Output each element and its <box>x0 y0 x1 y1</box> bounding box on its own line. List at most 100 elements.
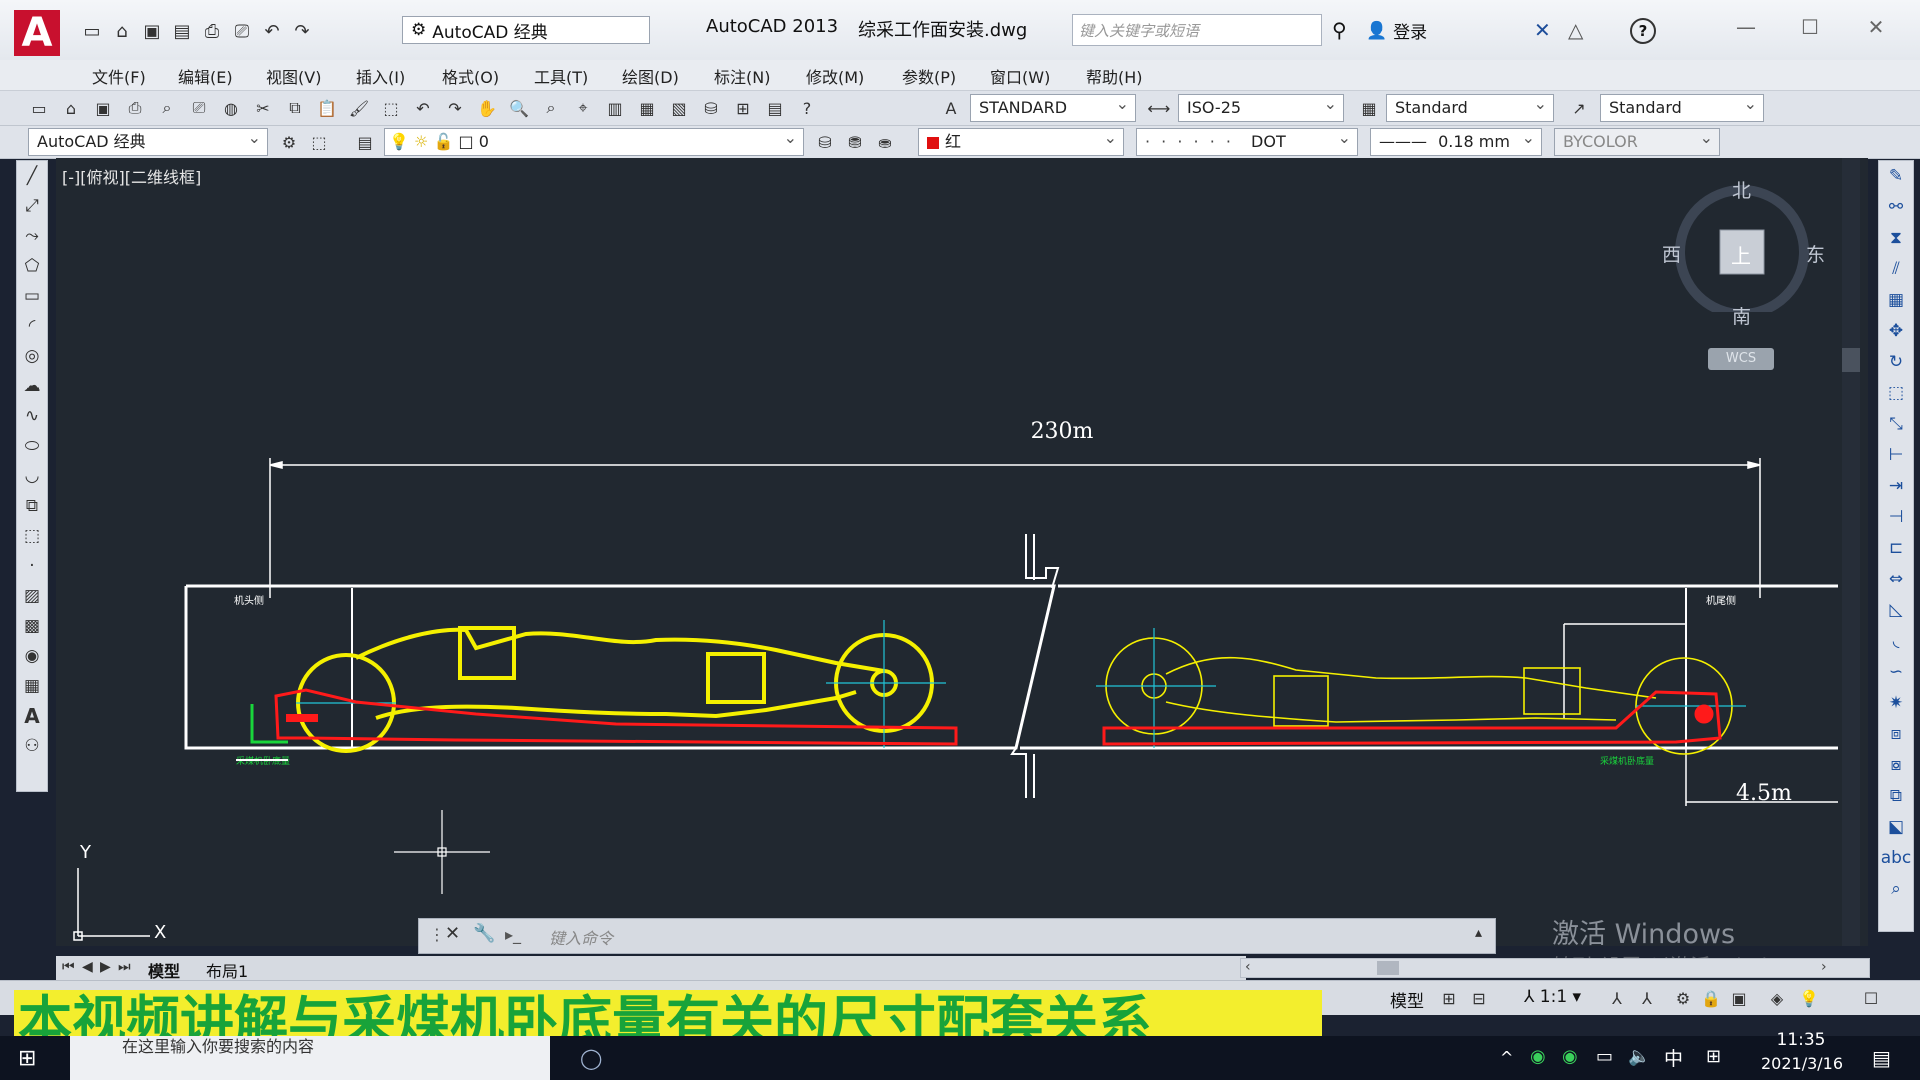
menu-tools[interactable]: 工具(T) <box>534 64 588 88</box>
layer-select[interactable]: 💡 ☼ 🔓 □ 0 <box>384 125 804 156</box>
taskbar-search-input[interactable]: 在这里输入你要搜索的内容 <box>70 1036 550 1080</box>
scroll-thumb[interactable] <box>1377 961 1399 975</box>
fullscreen-icon[interactable]: ☐ <box>1858 985 1884 1011</box>
save-icon[interactable]: ▣ <box>90 95 116 121</box>
tab-nav-prev-icon[interactable]: ◀ <box>82 959 93 975</box>
menu-help[interactable]: 帮助(H) <box>1086 64 1143 88</box>
redo-icon[interactable]: ↷ <box>290 19 314 43</box>
viewcube-north[interactable]: 北 <box>1732 176 1751 203</box>
zoom-realtime-icon[interactable]: 🔍 <box>506 95 532 121</box>
viewcube-south[interactable]: 南 <box>1732 302 1751 329</box>
rectangle-icon[interactable]: ▭ <box>17 281 47 311</box>
tray-expand-icon[interactable]: ^ <box>1500 1048 1513 1067</box>
annotation-visibility-icon[interactable]: ⅄ <box>1604 985 1630 1011</box>
save-icon[interactable]: ▣ <box>140 19 164 43</box>
menu-dimension[interactable]: 标注(N) <box>714 64 770 88</box>
menu-draw[interactable]: 绘图(D) <box>622 64 679 88</box>
linetype-select[interactable]: · · · · · · DOT <box>1136 125 1358 156</box>
wrench-icon[interactable]: 🔧 <box>473 923 495 944</box>
draworder-above-icon[interactable]: ⧉ <box>1879 781 1913 812</box>
isolate-objects-icon[interactable]: ◈ <box>1764 985 1790 1011</box>
command-input[interactable]: 键入命令 <box>549 925 613 949</box>
new-icon[interactable]: ▭ <box>26 95 52 121</box>
tab-nav-last-icon[interactable]: ⏭ <box>118 959 131 975</box>
menu-format[interactable]: 格式(O) <box>442 64 499 88</box>
draworder-back-icon[interactable]: ⧇ <box>1879 750 1913 781</box>
fillet-icon[interactable]: ◟ <box>1879 626 1913 657</box>
mtext-icon[interactable]: A <box>17 701 47 731</box>
maximize-button[interactable]: ☐ <box>1790 12 1830 42</box>
viewcube-west[interactable]: 西 <box>1662 240 1681 267</box>
network-icon[interactable]: ▭ <box>1596 1046 1613 1067</box>
menu-window[interactable]: 窗口(W) <box>990 64 1050 88</box>
clean-screen-icon[interactable]: 💡 <box>1796 985 1822 1011</box>
workspace-select[interactable]: ⚙ AutoCAD 经典 <box>402 16 650 44</box>
circle-icon[interactable]: ◎ <box>17 341 47 371</box>
explode-icon[interactable]: ✷ <box>1879 688 1913 719</box>
spell-check-icon[interactable]: abc <box>1879 843 1913 874</box>
array-icon[interactable]: ▦ <box>1879 285 1913 316</box>
menu-insert[interactable]: 插入(I) <box>356 64 405 88</box>
command-history-icon[interactable]: ▴ <box>1475 925 1482 941</box>
zoom-window-icon[interactable]: ⌕ <box>538 95 564 121</box>
menu-modify[interactable]: 修改(M) <box>806 64 864 88</box>
lineweight-select[interactable]: ——— 0.18 mm <box>1370 125 1542 156</box>
autocad-logo-icon[interactable]: A <box>14 10 60 56</box>
hatch-icon[interactable]: ▨ <box>17 581 47 611</box>
tab-model[interactable]: 模型 <box>148 958 180 982</box>
properties-icon[interactable]: ▥ <box>602 95 628 121</box>
polyline-icon[interactable]: ⤳ <box>17 221 47 251</box>
tab-layout1[interactable]: 布局1 <box>206 958 248 982</box>
menu-edit[interactable]: 编辑(E) <box>178 64 233 88</box>
workspace-select-2[interactable]: AutoCAD 经典 <box>28 125 268 156</box>
layer-properties-icon[interactable]: ▤ <box>352 129 378 155</box>
login-button[interactable]: 👤 登录 <box>1366 18 1427 44</box>
wcs-menu[interactable]: WCS <box>1708 348 1774 370</box>
layer-previous-icon[interactable]: ⛃ <box>842 129 868 155</box>
help-icon[interactable]: ? <box>794 95 820 121</box>
search-input[interactable]: 键入关键字或短语 <box>1072 14 1322 46</box>
new-file-icon[interactable]: ▭ <box>80 19 104 43</box>
binoculars-icon[interactable]: ⚲ <box>1332 18 1347 42</box>
auto-scale-icon[interactable]: ⅄ <box>1634 985 1660 1011</box>
workspace-save-icon[interactable]: ⬚ <box>306 129 332 155</box>
line-icon[interactable]: ╱ <box>17 161 47 191</box>
zoom-previous-icon[interactable]: ⌖ <box>570 95 596 121</box>
toolbar-lock-icon[interactable]: 🔒 <box>1698 985 1724 1011</box>
ellipse-arc-icon[interactable]: ◡ <box>17 461 47 491</box>
stretch-icon[interactable]: ⤡ <box>1879 409 1913 440</box>
tool-palettes-icon[interactable]: ▧ <box>666 95 692 121</box>
annotation-scale[interactable]: ⅄ 1:1 ▾ <box>1524 987 1581 1007</box>
globe-icon[interactable]: ◍ <box>218 95 244 121</box>
dim-style-select[interactable]: ISO-25 <box>1178 91 1344 122</box>
tab-nav-next-icon[interactable]: ▶ <box>100 959 111 975</box>
erase-icon[interactable]: ✎ <box>1879 161 1913 192</box>
menu-view[interactable]: 视图(V) <box>266 64 321 88</box>
tray-app-2-icon[interactable]: ◉ <box>1562 1046 1578 1067</box>
plot-preview-icon[interactable]: ⌕ <box>154 95 180 121</box>
text-style-select[interactable]: STANDARD <box>970 91 1136 122</box>
blend-curves-icon[interactable]: ∽ <box>1879 657 1913 688</box>
multileader-style-select[interactable]: Standard <box>1600 91 1764 122</box>
viewcube[interactable]: 北 南 东 西 上 <box>1662 172 1825 328</box>
minimize-button[interactable]: — <box>1726 12 1766 42</box>
break-icon[interactable]: ⊏ <box>1879 533 1913 564</box>
plot-icon[interactable]: ⎚ <box>230 19 254 43</box>
add-selected-icon[interactable]: ⚇ <box>17 731 47 761</box>
publish-icon[interactable]: ⎚ <box>186 95 212 121</box>
tab-nav-first-icon[interactable]: ⏮ <box>62 959 75 975</box>
scale-icon[interactable]: ⬚ <box>1879 378 1913 409</box>
publish-icon[interactable]: ⎙ <box>200 19 224 43</box>
viewcube-top-face[interactable]: 上 <box>1731 240 1751 269</box>
join-icon[interactable]: ⇔ <box>1879 564 1913 595</box>
construction-line-icon[interactable]: ⤢ <box>17 191 47 221</box>
design-center-icon[interactable]: ▦ <box>634 95 660 121</box>
task-view-icon[interactable]: ◯ <box>580 1046 602 1070</box>
calculator-icon[interactable]: ▤ <box>762 95 788 121</box>
table-style-select[interactable]: Standard <box>1386 91 1554 122</box>
draworder-front-icon[interactable]: ⧈ <box>1879 719 1913 750</box>
offset-icon[interactable]: ⫽ <box>1879 254 1913 285</box>
menu-parametric[interactable]: 参数(P) <box>902 64 956 88</box>
quick-view-icon[interactable]: ⊟ <box>1466 985 1492 1011</box>
vertical-scrollbar[interactable] <box>1842 158 1860 946</box>
